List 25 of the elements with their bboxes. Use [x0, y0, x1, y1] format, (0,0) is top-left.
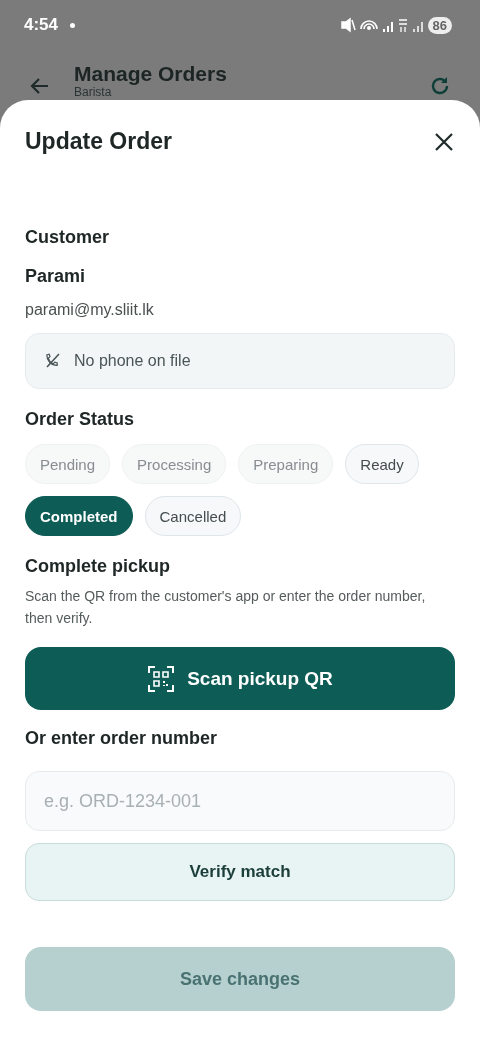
sheet-title: Update Order [25, 128, 172, 155]
section-heading: Order Status [25, 409, 135, 430]
verify-button[interactable]: Verify match [25, 843, 455, 901]
network-type-icon [397, 18, 408, 32]
status-chip[interactable]: Cancelled [144, 496, 242, 536]
section-heading: Complete pickup [25, 556, 171, 577]
phone-text: No phone on file [74, 352, 191, 370]
page-subtitle: Barista [74, 86, 113, 99]
hotspot-icon [359, 18, 378, 32]
battery-level: 86 [427, 16, 452, 34]
mute-icon [339, 17, 356, 33]
notification-dot-icon [70, 22, 76, 28]
order-number-label: Or enter order number [25, 728, 218, 749]
order-number-field[interactable]: e.g. ORD-1234-001 [25, 771, 455, 831]
customer-name: Parami [25, 266, 86, 287]
status-chip[interactable]: Ready [345, 444, 419, 484]
qr-scan-icon [147, 664, 176, 693]
section-heading: Customer [25, 227, 109, 248]
scan-button[interactable]: Scan pickup QR [25, 647, 455, 710]
close-icon[interactable] [433, 130, 455, 153]
status-time: 4:54 [24, 15, 59, 35]
customer-email: parami@my.sliit.lk [25, 301, 154, 319]
pickup-description: Scan the QR from the customer's app or enter the order number, then verify. [25, 587, 427, 628]
page-title: Manage Orders [74, 62, 228, 86]
status-chip[interactable]: Completed [25, 496, 133, 536]
